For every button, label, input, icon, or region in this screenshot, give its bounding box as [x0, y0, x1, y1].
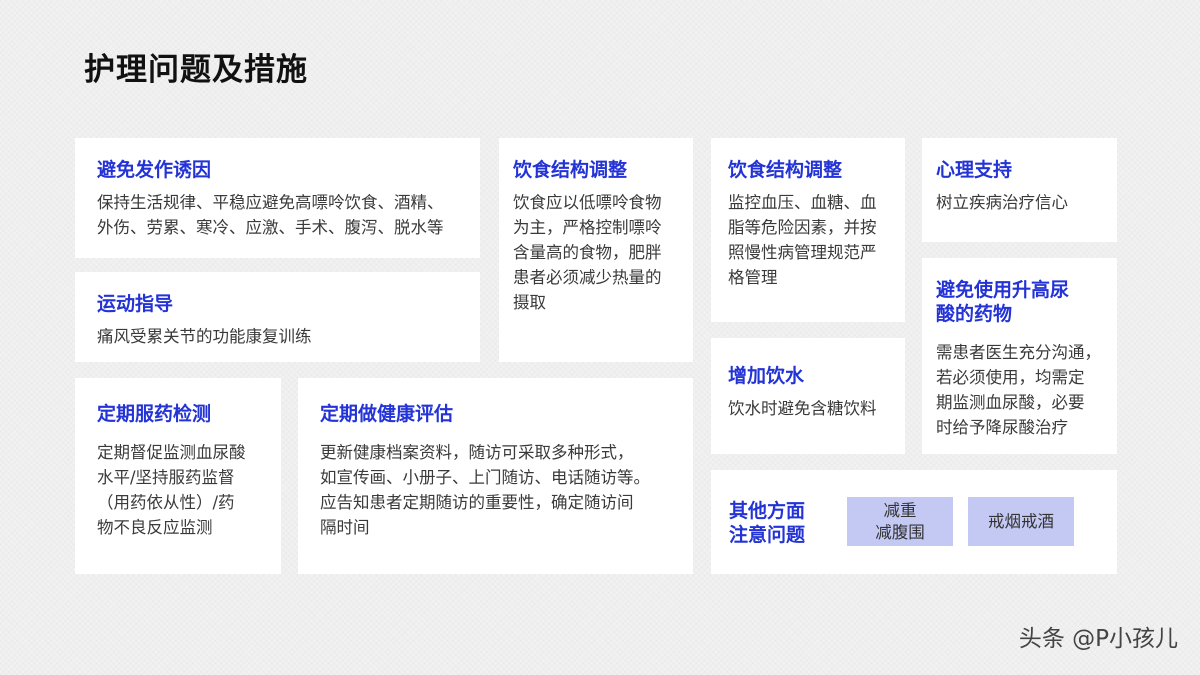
card-text: 定期督促监测血尿酸 水平/坚持服药监督 （用药依从性）/药 物不良反应监测 [97, 440, 265, 540]
card-diet-2: 饮食结构调整 监控血压、血糖、血 脂等危险因素，并按 照慢性病管理规范严 格管理 [711, 138, 905, 322]
card-line: 保持生活规律、平稳应避免高嘌呤饮食、酒精、 [97, 193, 444, 212]
card-line: 照慢性病管理规范严 [728, 243, 877, 262]
card-line: 外伤、劳累、寒冷、应激、手术、腹泻、脱水等 [97, 218, 444, 237]
card-title-line: 酸的药物 [936, 303, 1013, 325]
card-text: 需患者医生充分沟通， 若必须使用，均需定 期监测血尿酸，必要 时给予降尿酸治疗 [936, 340, 1101, 440]
card-line: 应告知患者定期随访的重要性，确定随访间 [320, 493, 634, 512]
card-line: 如宣传画、小册子、上门随访、电话随访等。 [320, 468, 650, 487]
card-avoid-drugs: 避免使用升高尿 酸的药物 需患者医生充分沟通， 若必须使用，均需定 期监测血尿酸… [922, 258, 1117, 454]
card-title: 饮食结构调整 [513, 159, 628, 181]
card-other-notes: 其他方面 注意问题 减重 减腹围 戒烟戒酒 [711, 470, 1117, 574]
tag-quit-smoking-drinking: 戒烟戒酒 [968, 497, 1074, 546]
card-text: 饮水时避免含糖饮料 [728, 396, 889, 421]
card-title-line: 其他方面 [729, 500, 806, 522]
card-title: 运动指导 [97, 293, 174, 315]
card-line: 定期督促监测血尿酸 [97, 443, 246, 462]
card-line: 饮食应以低嘌呤食物 [513, 193, 662, 212]
card-med-monitor: 定期服药检测 定期督促监测血尿酸 水平/坚持服药监督 （用药依从性）/药 物不良… [75, 378, 281, 574]
card-title: 心理支持 [936, 159, 1013, 181]
card-line: 监控血压、血糖、血 [728, 193, 877, 212]
card-text: 保持生活规律、平稳应避免高嘌呤饮食、酒精、 外伤、劳累、寒冷、应激、手术、腹泻、… [97, 190, 464, 240]
card-line: 摄取 [513, 293, 546, 312]
card-title: 避免使用升高尿 酸的药物 [936, 278, 1101, 326]
card-line: 期监测血尿酸，必要 [936, 393, 1085, 412]
card-title: 其他方面 注意问题 [729, 499, 805, 547]
card-water: 增加饮水 饮水时避免含糖饮料 [711, 338, 905, 454]
card-text: 更新健康档案资料，随访可采取多种形式， 如宣传画、小册子、上门随访、电话随访等。… [320, 440, 677, 540]
card-exercise: 运动指导 痛风受累关节的功能康复训练 [75, 272, 480, 362]
card-line: 物不良反应监测 [97, 518, 213, 537]
card-title-line: 注意问题 [729, 524, 806, 546]
card-title: 增加饮水 [728, 365, 805, 387]
card-psych-support: 心理支持 树立疾病治疗信心 [922, 138, 1117, 242]
card-diet-1: 饮食结构调整 饮食应以低嘌呤食物 为主，严格控制嘌呤 含量高的食物，肥胖 患者必… [499, 138, 693, 362]
card-line: 痛风受累关节的功能康复训练 [97, 327, 312, 346]
card-line: （用药依从性）/药 [97, 493, 235, 512]
page-title: 护理问题及措施 [84, 52, 308, 88]
card-line: 为主，严格控制嘌呤 [513, 218, 662, 237]
card-line: 需患者医生充分沟通， [936, 343, 1101, 362]
card-text: 树立疾病治疗信心 [936, 190, 1101, 215]
card-title: 定期服药检测 [97, 403, 212, 425]
card-title: 避免发作诱因 [97, 159, 212, 181]
card-line: 水平/坚持服药监督 [97, 468, 235, 487]
card-line: 若必须使用，均需定 [936, 368, 1085, 387]
card-line: 患者必须减少热量的 [513, 268, 662, 287]
card-avoid-triggers: 避免发作诱因 保持生活规律、平稳应避免高嘌呤饮食、酒精、 外伤、劳累、寒冷、应激… [75, 138, 480, 258]
card-health-eval: 定期做健康评估 更新健康档案资料，随访可采取多种形式， 如宣传画、小册子、上门随… [298, 378, 693, 574]
card-title: 定期做健康评估 [320, 403, 454, 425]
card-line: 隔时间 [320, 518, 370, 537]
card-text: 痛风受累关节的功能康复训练 [97, 324, 464, 349]
card-line: 树立疾病治疗信心 [936, 193, 1068, 212]
card-line: 含量高的食物，肥胖 [513, 243, 662, 262]
card-text: 饮食应以低嘌呤食物 为主，严格控制嘌呤 含量高的食物，肥胖 患者必须减少热量的 … [513, 190, 677, 315]
watermark: 头条 @P小孩儿 [1018, 626, 1178, 652]
card-line: 脂等危险因素，并按 [728, 218, 877, 237]
card-line: 更新健康档案资料，随访可采取多种形式， [320, 443, 634, 462]
tag-line: 减重 [883, 500, 917, 520]
card-line: 格管理 [728, 268, 778, 287]
card-text: 监控血压、血糖、血 脂等危险因素，并按 照慢性病管理规范严 格管理 [728, 190, 889, 290]
card-line: 饮水时避免含糖饮料 [728, 399, 877, 418]
card-title-line: 避免使用升高尿 [936, 279, 1070, 301]
card-title: 饮食结构调整 [728, 159, 843, 181]
card-line: 时给予降尿酸治疗 [936, 418, 1068, 437]
tag-line: 减腹围 [875, 522, 925, 542]
tag-weight-loss: 减重 减腹围 [847, 497, 953, 546]
